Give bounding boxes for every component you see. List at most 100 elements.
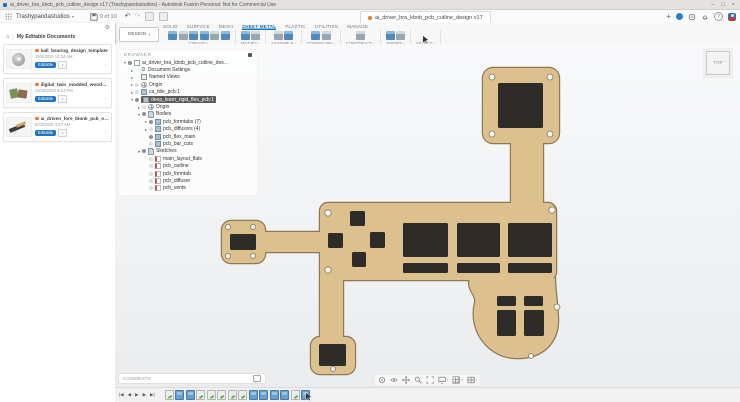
timeline-feature-extrude-icon[interactable] [175, 390, 184, 400]
visibility-bulb-icon[interactable] [135, 98, 139, 102]
create-tool-icon-5[interactable] [221, 31, 230, 40]
assemble-tool-icon-1[interactable] [284, 31, 293, 40]
configure-tool-icon-1[interactable] [322, 31, 331, 40]
timeline-feature-sketch-icon[interactable] [228, 390, 237, 400]
redo-button[interactable]: ↷ [135, 13, 141, 20]
data-panel-toggle-icon[interactable] [5, 13, 12, 20]
badge-caret-icon[interactable]: ▾ [58, 95, 67, 103]
select-cursor-icon[interactable] [421, 31, 430, 40]
visibility-bulb-icon[interactable] [149, 186, 153, 190]
visibility-bulb-icon[interactable] [149, 179, 153, 183]
timeline-feature-sketch-icon[interactable] [217, 390, 226, 400]
browser-item-pcb-diffusors-4[interactable]: ▸pcb_diffusors (4) [119, 126, 257, 133]
timeline-play-button[interactable]: ▶ [135, 392, 138, 398]
visibility-bulb-icon[interactable] [128, 61, 132, 65]
job-status-icon[interactable] [676, 13, 683, 20]
visibility-bulb-icon[interactable] [149, 127, 153, 131]
timeline-feature-sketch-icon[interactable] [291, 390, 300, 400]
browser-item-pcb-formtab[interactable]: pcb_formtab [119, 170, 257, 177]
browser-filter-icon[interactable] [248, 53, 252, 57]
orbit-icon[interactable] [378, 376, 386, 384]
create-tool-icon-2[interactable] [189, 31, 198, 40]
visibility-bulb-icon[interactable] [149, 172, 153, 176]
home-icon[interactable]: ⌂ [6, 34, 9, 40]
team-caret-icon[interactable]: ▾ [72, 14, 74, 19]
timeline-feature-extrude-icon[interactable] [280, 390, 289, 400]
bell-icon[interactable] [701, 13, 709, 21]
insert-tool-icon-1[interactable] [396, 31, 405, 40]
timeline-feature-extrude-icon[interactable] [249, 390, 258, 400]
display-settings-icon[interactable] [438, 376, 446, 384]
browser-item-ca-title-pcb-1[interactable]: ▸ca_title_pcb:1 [119, 89, 257, 96]
comments-bar[interactable]: COMMENTS [118, 373, 266, 384]
timeline-feature-sketch-icon[interactable] [196, 390, 205, 400]
grid-caret-icon[interactable]: ▾ [461, 378, 463, 382]
visibility-bulb-icon[interactable] [135, 90, 139, 94]
view-cube-top-face[interactable]: TOP [706, 51, 730, 75]
browser-item-pcb-outline[interactable]: pcb_outline [119, 162, 257, 169]
grid-settings-icon[interactable] [452, 376, 460, 384]
visibility-bulb-icon[interactable] [149, 120, 153, 124]
workspace-selector[interactable]: DESIGN [119, 27, 159, 42]
visibility-bulb-icon[interactable] [149, 157, 153, 161]
browser-item-pcb-formtabs-7[interactable]: ▸pcb_formtabs (7) [119, 118, 257, 125]
insert-tool-icon-0[interactable] [386, 31, 395, 40]
minimize-button[interactable]: – [711, 2, 714, 8]
create-tool-icon-1[interactable] [179, 31, 188, 40]
browser-item-ai-driver-bra-kbob-pcb-cutline-des[interactable]: ▾ai_driver_bra_kbob_pcb_cutline_des... [119, 59, 257, 66]
ribbon-tab-surface[interactable]: SURFACE [187, 23, 210, 30]
browser-item-origin[interactable]: ▸Origin [119, 81, 257, 88]
timeline-go-to-end-button[interactable]: ▶| [150, 392, 155, 398]
share-icon[interactable] [159, 12, 168, 21]
pan-icon[interactable] [402, 376, 410, 384]
ribbon-tab-plastic[interactable]: PLASTIC [285, 23, 306, 30]
create-tool-icon-4[interactable] [210, 31, 219, 40]
view-cube[interactable]: TOP [701, 46, 735, 80]
timeline-feature-sketch-icon[interactable] [238, 390, 247, 400]
timeline-step-back-button[interactable]: ◀ [128, 392, 131, 398]
visibility-bulb-icon[interactable] [142, 105, 146, 109]
help-icon[interactable]: ? [714, 12, 723, 21]
save-icon[interactable] [90, 13, 98, 21]
timeline-feature-extrude-icon[interactable] [186, 390, 195, 400]
document-card[interactable]: ball_bearing_design_template19/6/2023 10… [3, 44, 112, 74]
document-card[interactable]: digital_twin_modded_wood_ship...10/19/20… [3, 78, 112, 108]
ribbon-tab-mesh[interactable]: MESH [219, 23, 233, 30]
browser-item-pcb-diffusor[interactable]: pcb_diffusor [119, 177, 257, 184]
look-at-icon[interactable] [390, 376, 398, 384]
browser-item-pcb-flex-main[interactable]: pcb_flex_main [119, 133, 257, 140]
viewport-canvas[interactable]: BROWSER ▾ai_driver_bra_kbob_pcb_cutline_… [115, 44, 740, 387]
ribbon-tab-sheet-metal[interactable]: SHEET METAL [242, 23, 276, 30]
clock-icon[interactable] [688, 13, 696, 21]
ribbon-tab-utilities[interactable]: UTILITIES [315, 23, 338, 30]
browser-item-bodies[interactable]: ▾Bodies [119, 111, 257, 118]
visibility-bulb-icon[interactable] [149, 135, 153, 139]
timeline-feature-extrude-icon[interactable] [259, 390, 268, 400]
timeline-step-forward-button[interactable]: ▶ [143, 392, 146, 398]
timeline-feature-sketch-icon[interactable] [207, 390, 216, 400]
visibility-bulb-icon[interactable] [149, 164, 153, 168]
create-tool-icon-3[interactable] [200, 31, 209, 40]
timeline-go-to-start-button[interactable]: |◀ [119, 392, 124, 398]
assemble-tool-icon-0[interactable] [274, 31, 283, 40]
ribbon-tab-manage[interactable]: MANAGE [347, 23, 368, 30]
comment-bubble-icon[interactable] [253, 375, 261, 382]
document-card[interactable]: ai_driven_fore_blonk_pcb_outfi...8/23/20… [3, 112, 112, 142]
construct-tool-icon-0[interactable] [356, 31, 365, 40]
browser-item-document-settings[interactable]: ▸⚙Document Settings [119, 66, 257, 73]
new-tab-button[interactable]: + [666, 13, 671, 21]
browser-item-sketches[interactable]: ▾Sketches [119, 148, 257, 155]
modify-tool-icon-0[interactable] [241, 31, 250, 40]
close-button[interactable]: × [732, 2, 735, 8]
visibility-bulb-icon[interactable] [142, 112, 146, 116]
viewports-icon[interactable] [467, 376, 475, 384]
configure-tool-icon-0[interactable] [311, 31, 320, 40]
browser-item-pcb-bar-cuts[interactable]: pcb_bar_cuts [119, 140, 257, 147]
timeline-feature-sketch-icon[interactable] [165, 390, 174, 400]
viewports-caret-icon[interactable]: ▾ [476, 378, 478, 382]
modify-tool-icon-1[interactable] [251, 31, 260, 40]
team-name[interactable]: Trashypandastudios [16, 14, 70, 20]
undo-button[interactable]: ↶ [125, 13, 131, 20]
fit-icon[interactable] [426, 376, 434, 384]
browser-item-named-views[interactable]: ▸Named Views [119, 74, 257, 81]
